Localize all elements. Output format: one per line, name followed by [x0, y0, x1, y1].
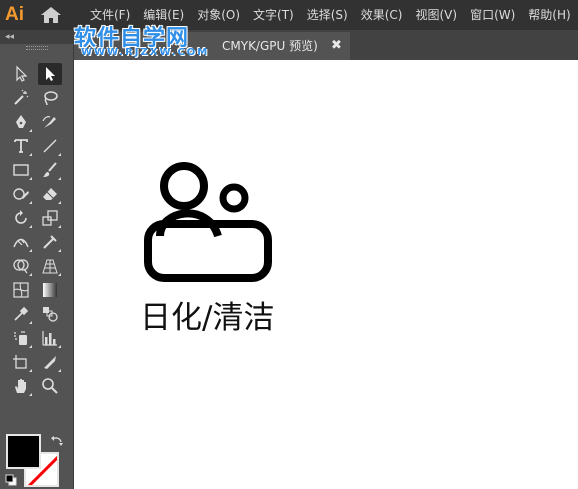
home-icon[interactable]	[40, 6, 62, 24]
type-tool-icon[interactable]	[9, 135, 33, 157]
default-colors-icon[interactable]	[5, 474, 17, 486]
paintbrush-tool-icon[interactable]	[38, 159, 62, 181]
shape-builder-tool-icon[interactable]	[9, 255, 33, 277]
collapse-panel-icon[interactable]: ◂◂	[5, 30, 14, 44]
rotate-tool-icon[interactable]	[9, 207, 33, 229]
tools-panel-header: ◂◂	[0, 30, 74, 44]
perspective-grid-tool-icon[interactable]	[38, 255, 62, 277]
rectangle-tool-icon[interactable]	[9, 159, 33, 181]
fill-swatch[interactable]	[6, 434, 41, 469]
watermark-url: WWW.RJZXW.COM	[81, 47, 210, 58]
menu-help[interactable]: 帮助(H)	[528, 0, 570, 30]
slice-tool-icon[interactable]	[38, 351, 62, 373]
menu-effect[interactable]: 效果(C)	[361, 0, 403, 30]
zoom-tool-icon[interactable]	[38, 375, 62, 397]
symbol-sprayer-tool-icon[interactable]	[9, 327, 33, 349]
menu-view[interactable]: 视图(V)	[415, 0, 457, 30]
shaper-tool-icon[interactable]	[9, 183, 33, 205]
line-segment-tool-icon[interactable]	[38, 135, 62, 157]
direct-selection-tool-icon[interactable]	[38, 63, 62, 85]
tools-panel: ◂◂	[0, 30, 74, 489]
curvature-tool-icon[interactable]	[38, 111, 62, 133]
width-tool-icon[interactable]	[9, 231, 33, 253]
puppet-warp-tool-icon[interactable]	[38, 231, 62, 253]
menu-type[interactable]: 文字(T)	[253, 0, 294, 30]
blend-tool-icon[interactable]	[38, 303, 62, 325]
close-tab-icon[interactable]: ✖	[331, 32, 342, 60]
scale-tool-icon[interactable]	[38, 207, 62, 229]
artboard-tool-icon[interactable]	[9, 351, 33, 373]
menu-select[interactable]: 选择(S)	[307, 0, 348, 30]
hand-tool-icon[interactable]	[9, 375, 33, 397]
magic-wand-tool-icon[interactable]	[9, 87, 33, 109]
mesh-tool-icon[interactable]	[9, 279, 33, 301]
eraser-tool-icon[interactable]	[38, 183, 62, 205]
bath-person-icon	[144, 162, 272, 282]
eyedropper-tool-icon[interactable]	[9, 303, 33, 325]
lasso-tool-icon[interactable]	[38, 87, 62, 109]
menu-object[interactable]: 对象(O)	[197, 0, 240, 30]
gradient-tool-icon[interactable]	[38, 279, 62, 301]
panel-grip[interactable]	[26, 46, 48, 50]
selection-tool-icon[interactable]	[9, 63, 33, 85]
column-graph-tool-icon[interactable]	[38, 327, 62, 349]
document-tab-label: CMYK/GPU 预览)	[222, 39, 318, 53]
app-logo: Ai	[5, 4, 24, 25]
pen-tool-icon[interactable]	[9, 111, 33, 133]
artwork-caption: 日化/清洁	[140, 300, 275, 336]
menu-window[interactable]: 窗口(W)	[470, 0, 515, 30]
swap-fill-stroke-icon[interactable]	[50, 435, 64, 449]
